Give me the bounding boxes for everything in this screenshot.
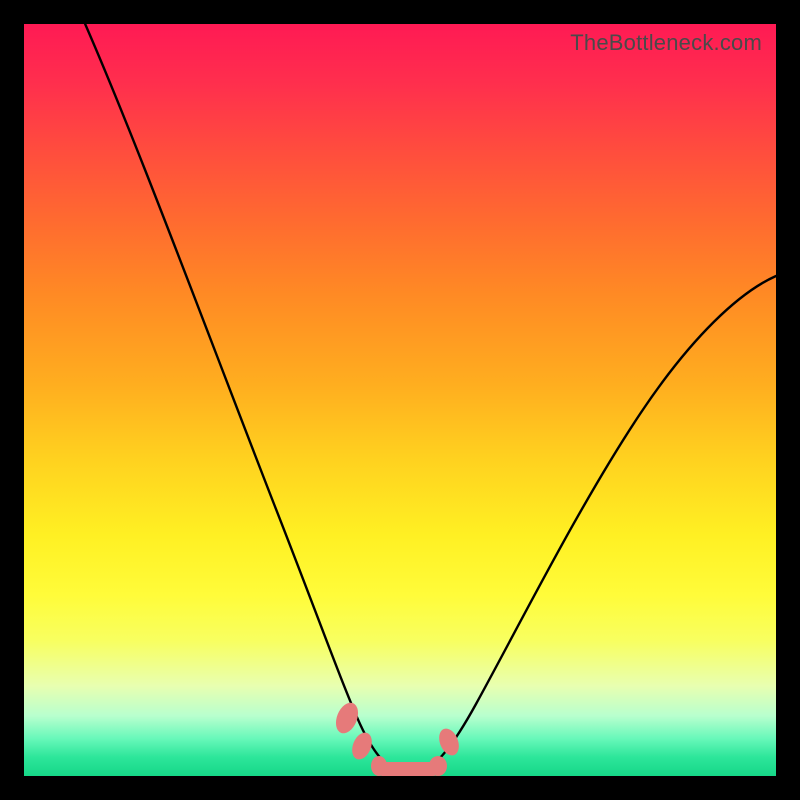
- marker-right: [435, 726, 462, 759]
- left-curve: [79, 24, 401, 772]
- chart-frame: TheBottleneck.com: [0, 0, 800, 800]
- curves-svg: [24, 24, 776, 776]
- plot-area: TheBottleneck.com: [24, 24, 776, 776]
- bottom-markers: [332, 699, 463, 776]
- marker-bottom-left-cap: [371, 756, 387, 776]
- marker-bottom-right-cap: [429, 756, 447, 776]
- right-curve: [419, 276, 776, 772]
